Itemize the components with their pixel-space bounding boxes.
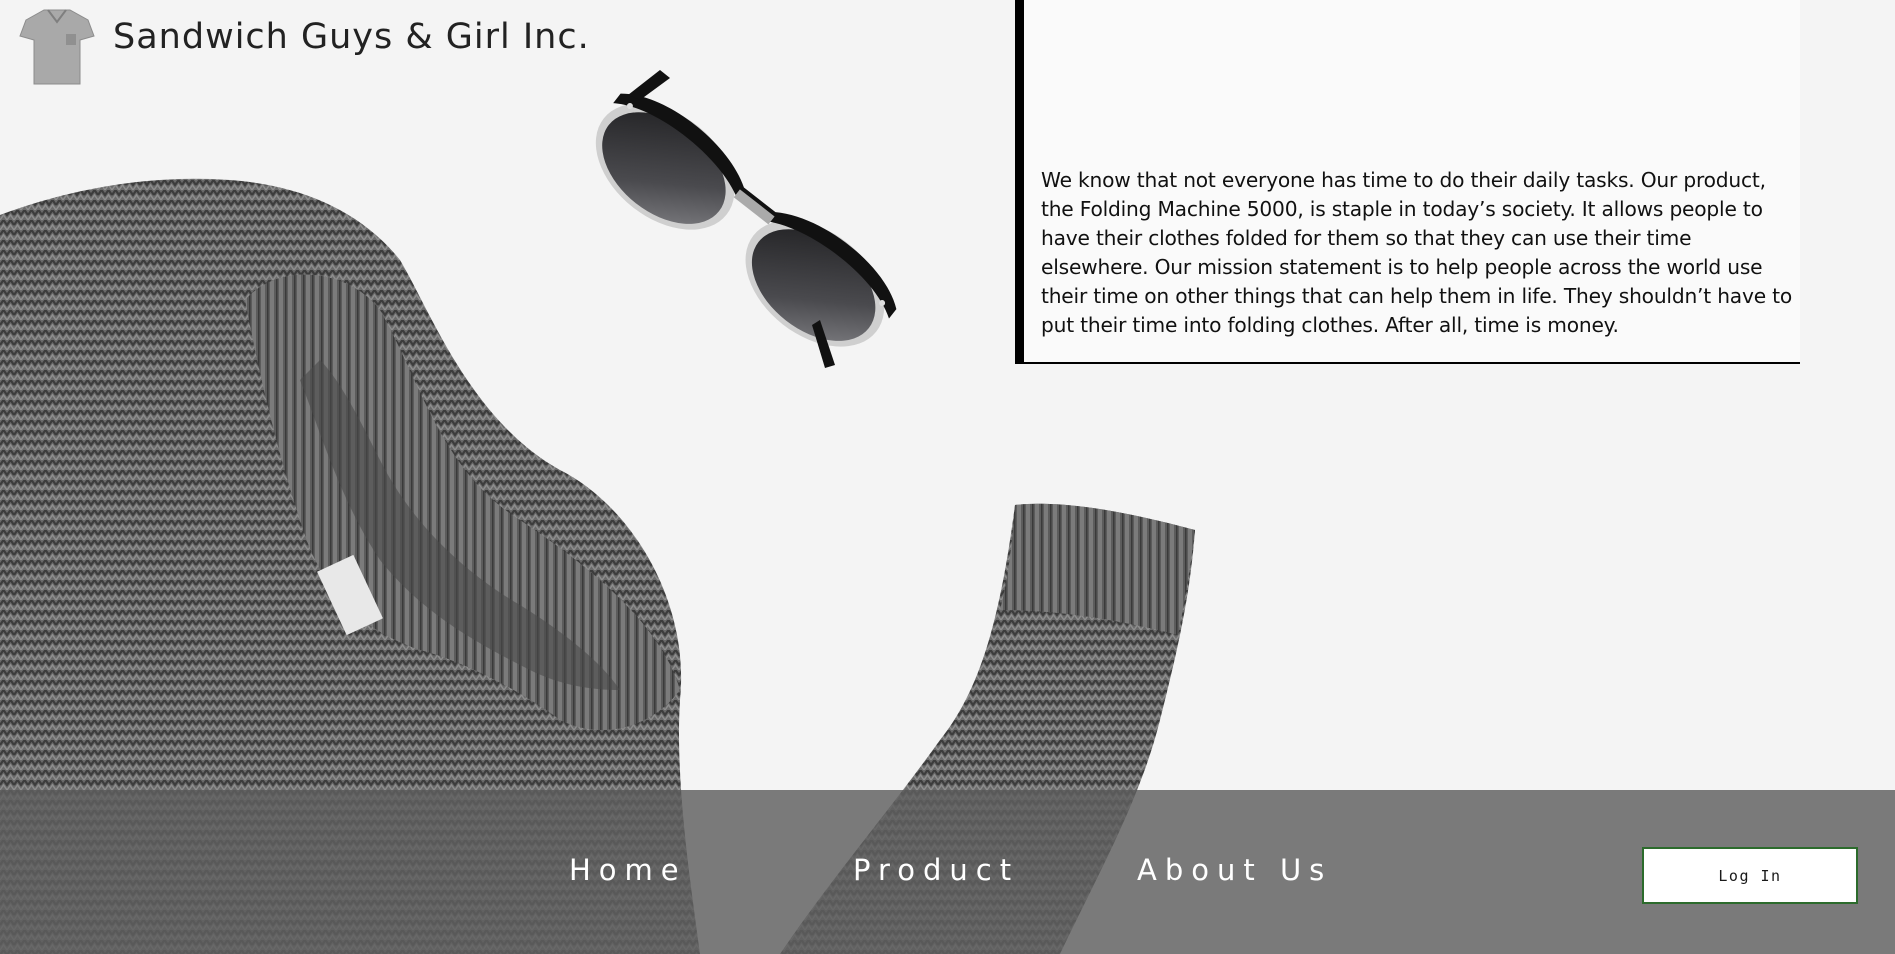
bottom-navigation-bar: Home Product About Us Log In xyxy=(0,790,1895,954)
mission-panel: We know that not everyone has time to do… xyxy=(1015,0,1800,364)
shirt-icon[interactable] xyxy=(18,6,96,86)
nav-link-about-us[interactable]: About Us xyxy=(1137,853,1332,887)
mission-statement: We know that not everyone has time to do… xyxy=(1041,168,1793,337)
log-in-button[interactable]: Log In xyxy=(1642,847,1858,904)
nav-link-home[interactable]: Home xyxy=(569,853,687,887)
brand-title: Sandwich Guys & Girl Inc. xyxy=(113,17,590,57)
nav-link-product[interactable]: Product xyxy=(853,853,1019,887)
landing-page: Sandwich Guys & Girl Inc. We know that n… xyxy=(0,0,1895,954)
